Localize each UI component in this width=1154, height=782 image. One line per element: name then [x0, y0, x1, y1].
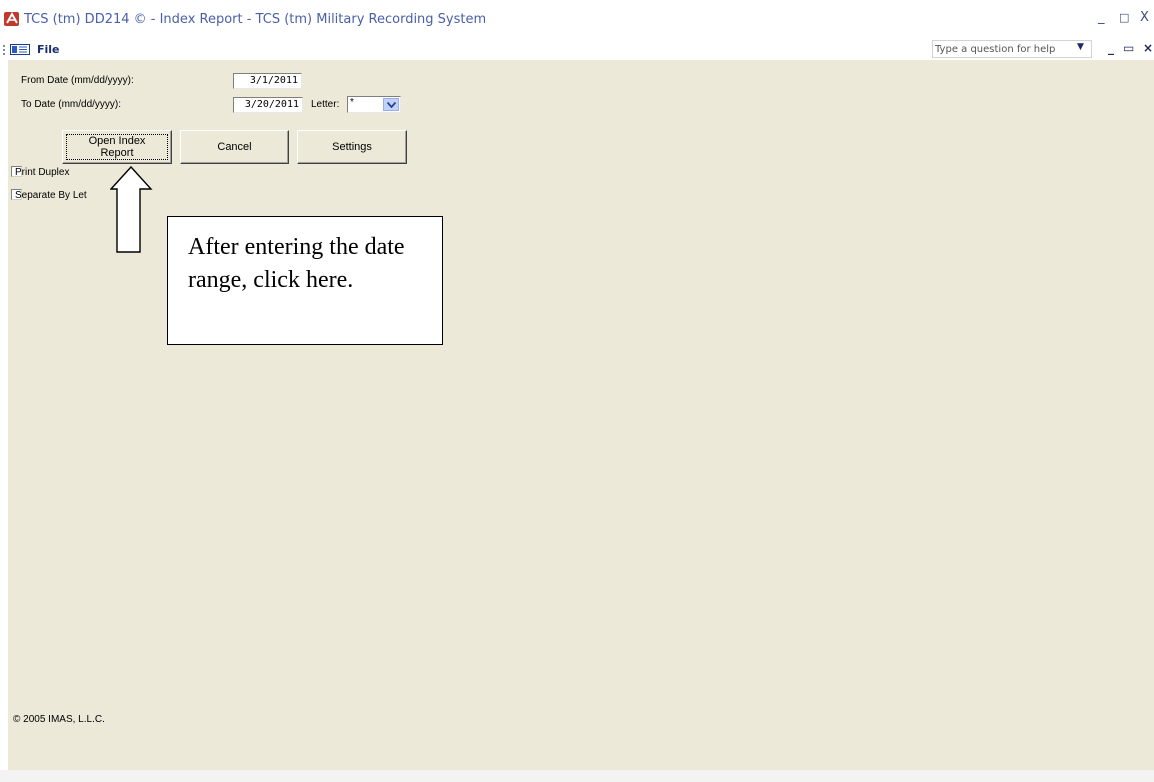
separate-by-letter-label: Separate By Let	[15, 190, 87, 201]
form-restore-button[interactable]: ▭	[1123, 41, 1134, 55]
settings-button[interactable]: Settings	[297, 130, 407, 164]
title-bar: TCS (tm) DD214 © - Index Report - TCS (t…	[0, 0, 1154, 38]
letter-value: *	[350, 97, 354, 108]
letter-dropdown-button[interactable]	[383, 98, 399, 111]
to-date-field[interactable]: 3/20/2011	[233, 97, 303, 113]
form-left-margin	[0, 60, 8, 770]
restore-button[interactable]: □	[1119, 11, 1129, 24]
open-index-report-button[interactable]: Open Index Report	[62, 130, 172, 164]
minimize-button[interactable]: _	[1098, 10, 1105, 25]
chevron-down-icon	[387, 102, 396, 108]
file-menu[interactable]: File	[37, 43, 60, 56]
help-search-input[interactable]	[935, 42, 1065, 56]
toolbar-grip[interactable]	[3, 45, 7, 55]
cancel-button-label: Cancel	[217, 141, 252, 153]
up-arrow-icon	[110, 166, 153, 253]
window-title: TCS (tm) DD214 © - Index Report - TCS (t…	[24, 12, 487, 27]
from-date-label: From Date (mm/dd/yyyy):	[21, 75, 134, 86]
help-search-box[interactable]: ▼	[932, 40, 1092, 58]
letter-combo[interactable]: *	[347, 96, 401, 113]
access-app-icon	[4, 11, 19, 26]
chevron-down-icon[interactable]: ▼	[1077, 42, 1084, 52]
to-date-label: To Date (mm/dd/yyyy):	[21, 99, 122, 110]
letter-label: Letter:	[311, 99, 340, 110]
from-date-field[interactable]: 3/1/2011	[233, 73, 302, 89]
print-duplex-label: Print Duplex	[15, 167, 70, 178]
settings-button-label: Settings	[332, 141, 372, 153]
cancel-button[interactable]: Cancel	[180, 130, 289, 164]
index-report-form	[8, 60, 1154, 770]
copyright-text: © 2005 IMAS, L.L.C.	[13, 714, 105, 725]
focus-rectangle	[66, 134, 168, 160]
instruction-callout: After entering the date range, click her…	[167, 216, 443, 345]
status-strip	[0, 770, 1154, 782]
close-button[interactable]: X	[1140, 10, 1149, 25]
form-close-button[interactable]: ×	[1143, 41, 1153, 55]
form-minimize-button[interactable]: _	[1108, 41, 1114, 55]
form-icon	[10, 44, 30, 55]
